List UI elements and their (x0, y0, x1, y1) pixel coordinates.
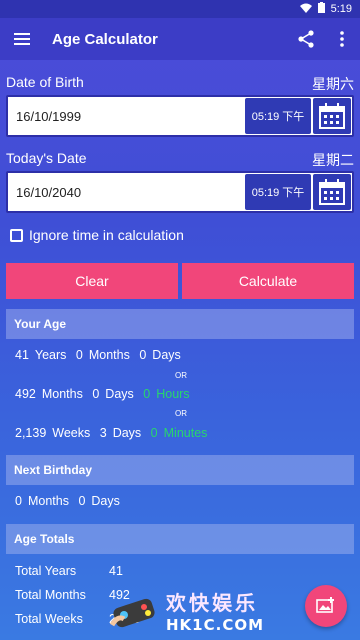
app-title: Age Calculator (52, 30, 158, 48)
age-months-value: 0 (75, 348, 83, 362)
totals-label: Total Months (15, 588, 86, 602)
age-hours-value: 0 (143, 387, 151, 401)
photo-fab-button[interactable] (305, 585, 347, 627)
menu-icon[interactable] (0, 18, 44, 60)
next-birthday-days-label: Days (91, 494, 120, 508)
age-line-months: 492 Months 0 Days 0 Hours (15, 387, 196, 401)
totals-value: 41 (109, 564, 123, 578)
watermark-title: 欢快娱乐 (166, 590, 258, 615)
age-days-label: Days (152, 348, 181, 362)
birth-date-field[interactable]: 16/10/1999 05:19 下午 (6, 95, 354, 137)
birth-label-row: Date of Birth 星期六 (6, 74, 354, 94)
age-hours-label: Hours (156, 387, 190, 401)
app-bar: Age Calculator (0, 18, 360, 60)
or-separator: OR (175, 371, 187, 380)
age-totals-header: Age Totals (6, 524, 354, 554)
calculate-button[interactable]: Calculate (182, 263, 354, 299)
calendar-icon[interactable] (313, 98, 351, 134)
status-bar: 5:19 (0, 0, 360, 18)
calendar-icon[interactable] (313, 174, 351, 210)
age-line-weeks: 2,139 Weeks 3 Days 0 Minutes (15, 426, 213, 440)
age-total-months-label: Months (41, 387, 83, 401)
age-minutes-value: 0 (150, 426, 158, 440)
age-total-months-value: 492 (15, 387, 36, 401)
ignore-time-checkbox[interactable] (10, 228, 23, 242)
your-age-header: Your Age (6, 309, 354, 339)
birth-label: Date of Birth (6, 74, 84, 90)
age-line-years: 41 Years 0 Months 0 Days (15, 348, 187, 362)
watermark-logo-icon (109, 598, 155, 628)
today-label: Today's Date (6, 150, 87, 166)
photo-icon (316, 597, 334, 613)
wifi-icon (299, 3, 312, 16)
next-birthday-months-label: Months (27, 494, 69, 508)
totals-label: Total Years (15, 564, 77, 578)
age-minutes-label: Minutes (163, 426, 208, 440)
age-days-label: Days (105, 387, 134, 401)
birth-weekday: 星期六 (312, 76, 354, 92)
age-days-value: 0 (139, 348, 147, 362)
age-years-label: Years (34, 348, 67, 362)
age-weeks-label: Weeks (52, 426, 91, 440)
status-time: 5:19 (330, 3, 352, 15)
next-birthday-days-value: 0 (78, 494, 86, 508)
today-weekday: 星期二 (312, 152, 354, 168)
age-months-label: Months (88, 348, 130, 362)
ignore-time-option[interactable]: Ignore time in calculation (10, 227, 184, 243)
watermark-url: HK1C.COM (166, 615, 265, 634)
age-days-value: 0 (92, 387, 100, 401)
battery-icon (317, 2, 325, 16)
or-separator: OR (175, 409, 187, 418)
clear-button[interactable]: Clear (6, 263, 178, 299)
ignore-time-label: Ignore time in calculation (29, 227, 184, 243)
age-days-value: 3 (99, 426, 107, 440)
watermark: 欢快娱乐 HK1C.COM (108, 580, 268, 640)
today-date-value[interactable]: 16/10/2040 (8, 185, 245, 200)
next-birthday-months-value: 0 (15, 494, 22, 508)
share-icon[interactable] (288, 18, 324, 60)
today-time-button[interactable]: 05:19 下午 (245, 174, 311, 210)
next-birthday-line: 0 Months 0 Days (15, 494, 126, 508)
totals-label: Total Weeks (15, 612, 83, 626)
today-label-row: Today's Date 星期二 (6, 150, 354, 170)
birth-time-button[interactable]: 05:19 下午 (245, 98, 311, 134)
birth-date-value[interactable]: 16/10/1999 (8, 109, 245, 124)
more-options-icon[interactable] (324, 18, 360, 60)
next-birthday-header: Next Birthday (6, 455, 354, 485)
age-days-label: Days (112, 426, 142, 440)
age-years-value: 41 (15, 348, 29, 362)
today-date-field[interactable]: 16/10/2040 05:19 下午 (6, 171, 354, 213)
age-weeks-value: 2,139 (15, 426, 47, 440)
